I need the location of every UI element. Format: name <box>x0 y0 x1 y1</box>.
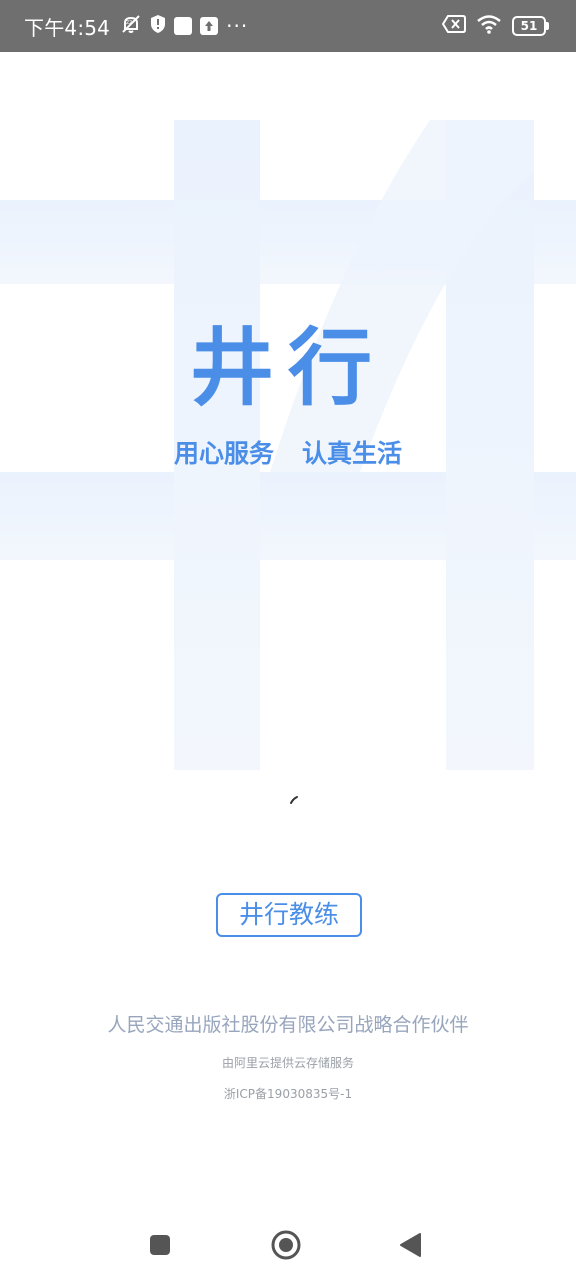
svg-text:zz: zz <box>126 19 132 26</box>
status-bar-left: 下午4:54 zz ··· <box>24 0 248 52</box>
app-logo-title: 井行 <box>189 319 386 417</box>
battery-icon: 51 <box>512 16 549 36</box>
navigation-bar <box>0 1210 576 1280</box>
slogan-part2: 认真生活 <box>302 439 403 468</box>
recent-apps-button[interactable] <box>130 1210 190 1280</box>
muted-bell-icon: zz <box>120 13 142 39</box>
watermark-logo-graphic <box>0 120 576 770</box>
status-bar-right: 51 <box>441 0 549 52</box>
square-notification-icon <box>174 17 193 35</box>
partner-statement: 人民交通出版社股份有限公司战略合作伙伴 <box>107 1014 469 1036</box>
more-icon: ··· <box>226 14 249 38</box>
status-time: 下午4:54 <box>24 15 111 40</box>
loading-spinner-icon <box>290 796 298 804</box>
slogan-part1: 用心服务 <box>173 439 274 468</box>
slogan: 用心服务 认真生活 <box>0 436 576 472</box>
sim-x-icon <box>441 15 466 37</box>
upload-icon <box>200 17 219 35</box>
back-icon <box>400 1233 421 1257</box>
cloud-storage-note: 由阿里云提供云存储服务 <box>221 1056 354 1070</box>
coach-app-button[interactable]: 井行教练 <box>216 893 362 937</box>
icp-license: 浙ICP备19030835号-1 <box>223 1087 353 1101</box>
wifi-icon <box>476 14 502 38</box>
recent-apps-icon <box>150 1235 170 1255</box>
status-bar: 下午4:54 zz ··· 51 <box>0 0 576 52</box>
home-icon <box>271 1230 301 1260</box>
battery-level: 51 <box>520 19 538 33</box>
splash-screen: 下午4:54 zz ··· 51 井行 用心服务 认真生活 井行教练 人民交通出… <box>0 0 576 1280</box>
home-button[interactable] <box>256 1210 316 1280</box>
back-button[interactable] <box>380 1210 440 1280</box>
shield-icon <box>150 14 166 38</box>
